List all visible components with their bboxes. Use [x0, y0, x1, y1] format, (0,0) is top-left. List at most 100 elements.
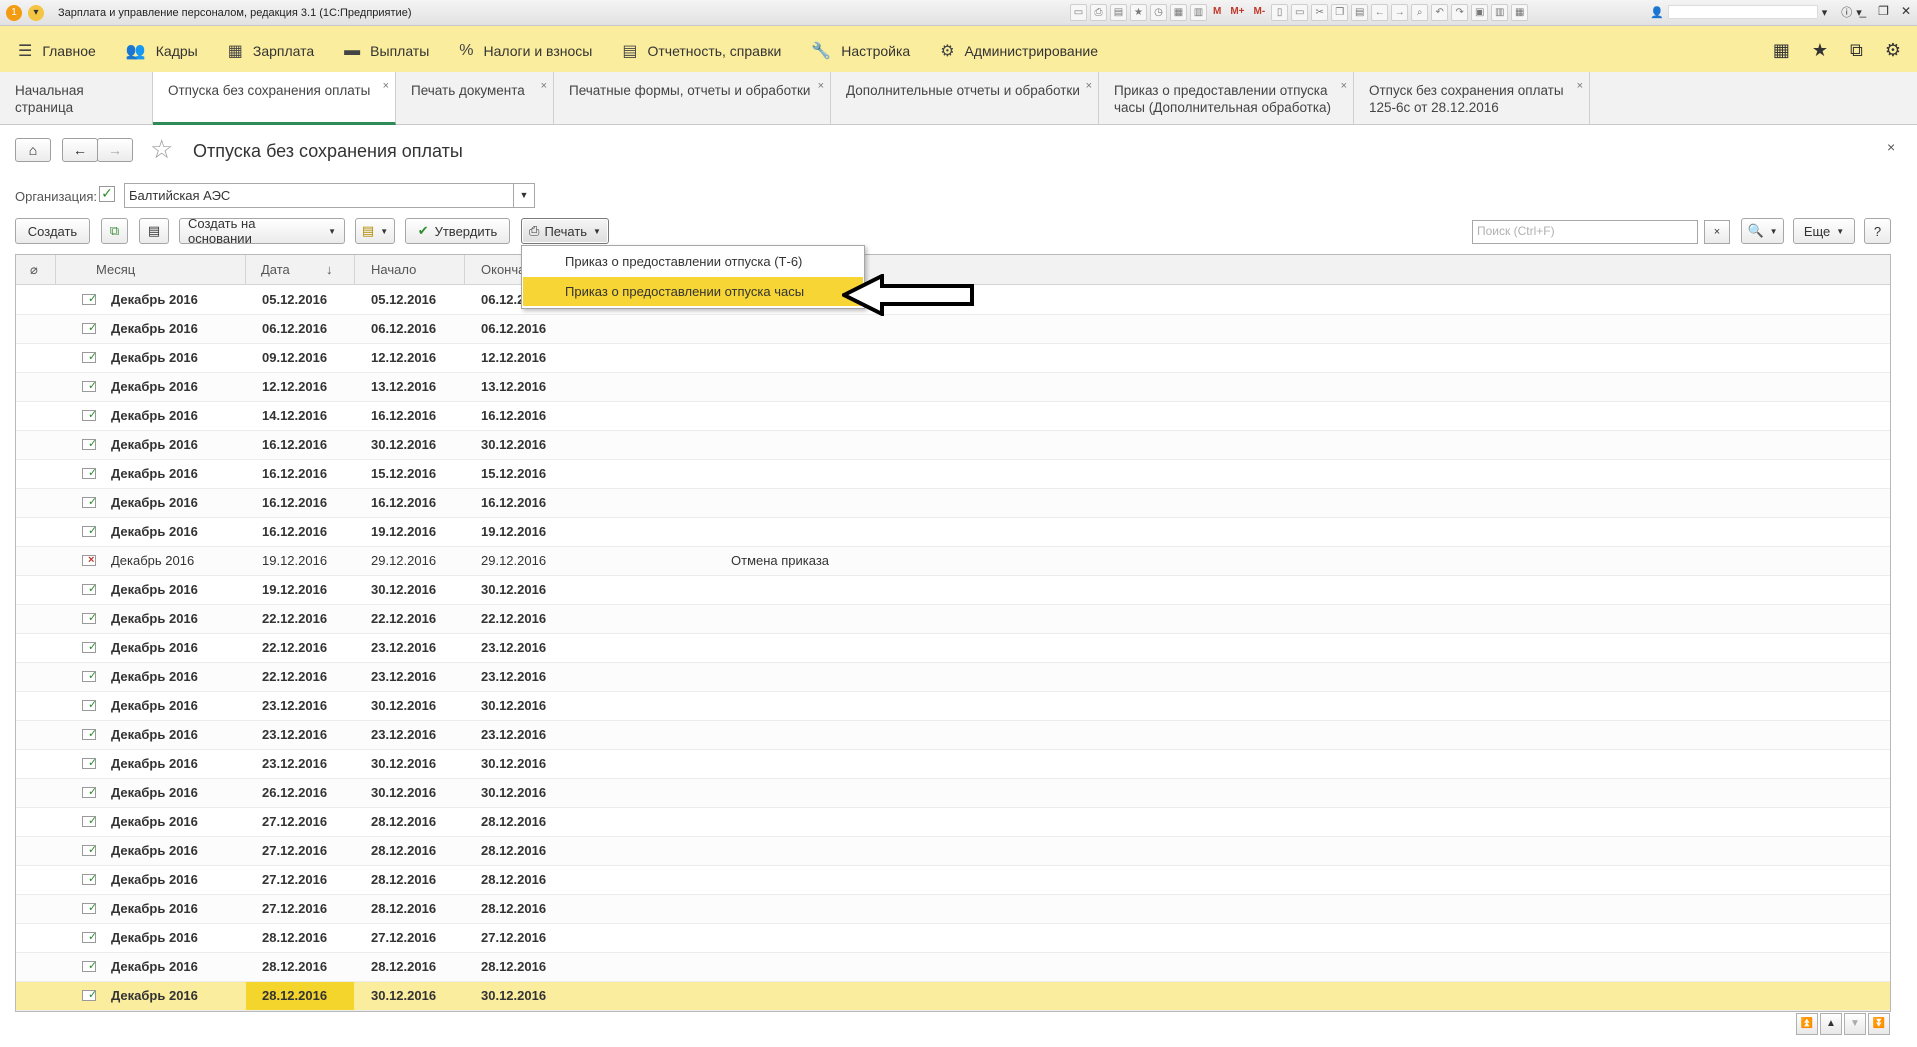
cut-icon[interactable]: ✂: [1311, 4, 1329, 21]
menu-item-taxes[interactable]: % Налоги и взносы: [459, 42, 592, 60]
create-button[interactable]: Создать: [15, 218, 90, 244]
preview-icon[interactable]: ▤: [1110, 4, 1127, 21]
menu-item-main[interactable]: ☰ Главное: [18, 41, 96, 61]
scroll-bottom-button[interactable]: ⏬: [1868, 1013, 1890, 1035]
org-field[interactable]: Балтийская АЭС: [124, 183, 514, 208]
table-row[interactable]: ✓ Декабрь 2016 28.12.2016 30.12.2016 30.12.2…: [16, 982, 1890, 1011]
column-start[interactable]: Начало: [355, 255, 465, 285]
history-icon[interactable]: ◷: [1150, 4, 1167, 21]
scroll-up-button[interactable]: ▲: [1820, 1013, 1842, 1035]
settings-icon[interactable]: ⚙: [1885, 40, 1901, 61]
table-row[interactable]: × Декабрь 2016 19.12.2016 29.12.2016 29.12.2…: [16, 547, 1890, 576]
table-row[interactable]: ✓ Декабрь 2016 16.12.2016 30.12.2016 30.12.2…: [16, 431, 1890, 460]
menu-item-payments[interactable]: ▬ Выплаты: [344, 42, 429, 60]
table-row[interactable]: ✓ Декабрь 2016 22.12.2016 23.12.2016 23.12.2…: [16, 634, 1890, 663]
print-menu-item-t6[interactable]: Приказ о предоставлении отпуска (Т-6): [523, 247, 863, 276]
search-button[interactable]: 🔍 ▼: [1741, 218, 1784, 244]
table-row[interactable]: ✓ Декабрь 2016 23.12.2016 30.12.2016 30.12.2…: [16, 692, 1890, 721]
save-icon[interactable]: ▭: [1070, 4, 1087, 21]
scroll-down-button[interactable]: ▼: [1844, 1013, 1866, 1035]
new-doc-icon[interactable]: ▯: [1271, 4, 1289, 21]
approve-button[interactable]: ✔ Утвердить: [405, 218, 510, 244]
restore-icon[interactable]: ❐: [1878, 4, 1889, 18]
tab-print-document[interactable]: Печать документа ×: [396, 72, 554, 125]
menu-item-settings[interactable]: 🔧 Настройка: [811, 41, 910, 61]
help-button[interactable]: ?: [1864, 218, 1891, 244]
table-row[interactable]: ✓ Декабрь 2016 22.12.2016 23.12.2016 23.12.2…: [16, 663, 1890, 692]
menu-item-hr[interactable]: 👥 Кадры: [126, 41, 198, 61]
document-actions-button[interactable]: ▤ ▼: [355, 218, 395, 244]
table-row[interactable]: ✓ Декабрь 2016 16.12.2016 16.12.2016 16.12.2…: [16, 489, 1890, 518]
close-tab-icon[interactable]: ×: [383, 78, 389, 95]
close-tab-icon[interactable]: ×: [541, 78, 547, 95]
list-button[interactable]: ▤: [139, 218, 169, 244]
print-button[interactable]: ⎙ Печать ▼: [521, 218, 609, 244]
redo-icon[interactable]: ↷: [1451, 4, 1469, 21]
search-clear-button[interactable]: ×: [1704, 220, 1730, 244]
table-row[interactable]: ✓ Декабрь 2016 22.12.2016 22.12.2016 22.12.2…: [16, 605, 1890, 634]
close-icon[interactable]: ✕: [1901, 4, 1911, 18]
table-row[interactable]: ✓ Декабрь 2016 23.12.2016 23.12.2016 23.12.2…: [16, 721, 1890, 750]
tab-leave-hours-order[interactable]: Приказ о предоставлении отпуска часы (До…: [1099, 72, 1354, 125]
menu-item-reports[interactable]: ▤ Отчетность, справки: [622, 41, 781, 61]
paste-icon[interactable]: ▤: [1351, 4, 1369, 21]
tab-unpaid-leaves[interactable]: Отпуска без сохранения оплаты ×: [153, 72, 396, 125]
table-row[interactable]: ✓ Декабрь 2016 09.12.2016 12.12.2016 12.12.2…: [16, 344, 1890, 373]
user-area[interactable]: 👤 ▾ ⓘ ▾: [1650, 4, 1862, 20]
copy-button[interactable]: ⧉: [101, 218, 128, 244]
close-tab-icon[interactable]: ×: [1086, 78, 1092, 95]
print-menu-item-hours[interactable]: Приказ о предоставлении отпуска часы: [523, 277, 863, 306]
back-icon[interactable]: ←: [1371, 4, 1389, 21]
home-button[interactable]: ⌂: [15, 138, 51, 162]
table-row[interactable]: ✓ Декабрь 2016 16.12.2016 15.12.2016 15.12.2…: [16, 460, 1890, 489]
dropdown-icon[interactable]: ▾: [1822, 6, 1828, 19]
table-row[interactable]: ✓ Декабрь 2016 19.12.2016 30.12.2016 30.12.2…: [16, 576, 1890, 605]
table-row[interactable]: ✓ Декабрь 2016 14.12.2016 16.12.2016 16.12.2…: [16, 402, 1890, 431]
close-tab-icon[interactable]: ×: [1341, 78, 1347, 95]
scroll-top-button[interactable]: ⏫: [1796, 1013, 1818, 1035]
tab-print-forms[interactable]: Печатные формы, отчеты и обработки ×: [554, 72, 831, 125]
table-row[interactable]: ✓ Декабрь 2016 27.12.2016 28.12.2016 28.12.2…: [16, 808, 1890, 837]
print-icon[interactable]: ⎙: [1090, 4, 1107, 21]
table-row[interactable]: ✓ Декабрь 2016 28.12.2016 28.12.2016 28.12.2…: [16, 953, 1890, 982]
tab-leave-document[interactable]: Отпуск без сохранения оплаты 125-6с от 2…: [1354, 72, 1590, 125]
copy-icon[interactable]: ❐: [1331, 4, 1349, 21]
find-icon[interactable]: ⌕: [1411, 4, 1429, 21]
table-row[interactable]: ✓ Декабрь 2016 23.12.2016 30.12.2016 30.12.2…: [16, 750, 1890, 779]
calculator-icon[interactable]: ▦: [1170, 4, 1187, 21]
info-icon[interactable]: ⓘ: [1841, 4, 1852, 20]
all-functions-icon[interactable]: ▦: [1773, 40, 1790, 61]
windows-icon[interactable]: ▣: [1471, 4, 1489, 21]
app-menu-icon[interactable]: ▾: [28, 4, 44, 21]
menu-item-salary[interactable]: ▦ Зарплата: [228, 41, 314, 61]
history-icon[interactable]: ⧉: [1850, 40, 1863, 61]
favorites-icon[interactable]: ★: [1130, 4, 1147, 21]
table-row[interactable]: ✓ Декабрь 2016 27.12.2016 28.12.2016 28.12.2…: [16, 837, 1890, 866]
create-based-on-button[interactable]: Создать на основании ▼: [179, 216, 345, 246]
layout-icon[interactable]: ▦: [1511, 4, 1529, 21]
forward-button[interactable]: →: [97, 138, 133, 162]
minimize-icon[interactable]: _: [1859, 4, 1866, 18]
org-filter-checkbox[interactable]: ✓: [99, 186, 115, 202]
form-close-button[interactable]: ×: [1887, 139, 1895, 155]
open-folder-icon[interactable]: ▭: [1291, 4, 1309, 21]
table-row[interactable]: ✓ Декабрь 2016 27.12.2016 28.12.2016 28.12.2…: [16, 895, 1890, 924]
tab-home[interactable]: Начальная страница: [0, 72, 153, 125]
memory-button[interactable]: M: [1210, 4, 1224, 21]
favorites-icon[interactable]: ★: [1812, 40, 1828, 61]
calendar-icon[interactable]: ▥: [1190, 4, 1207, 21]
attachment-column[interactable]: ⌀: [16, 255, 56, 285]
column-date[interactable]: Дата ↓: [246, 255, 355, 285]
back-button[interactable]: ←: [62, 138, 98, 162]
forward-icon[interactable]: →: [1391, 4, 1409, 21]
column-month[interactable]: Месяц: [56, 255, 246, 285]
table-row[interactable]: ✓ Декабрь 2016 27.12.2016 28.12.2016 28.12.2…: [16, 866, 1890, 895]
more-button[interactable]: Еще ▼: [1793, 218, 1855, 244]
app-logo-icon[interactable]: 1: [6, 4, 22, 21]
tab-additional-reports[interactable]: Дополнительные отчеты и обработки ×: [831, 72, 1099, 125]
table-row[interactable]: ✓ Декабрь 2016 28.12.2016 27.12.2016 27.12.2…: [16, 924, 1890, 953]
panels-icon[interactable]: ▥: [1491, 4, 1509, 21]
table-row[interactable]: ✓ Декабрь 2016 12.12.2016 13.12.2016 13.12.2…: [16, 373, 1890, 402]
close-tab-icon[interactable]: ×: [818, 78, 824, 95]
table-row[interactable]: ✓ Декабрь 2016 16.12.2016 19.12.2016 19.12.2…: [16, 518, 1890, 547]
